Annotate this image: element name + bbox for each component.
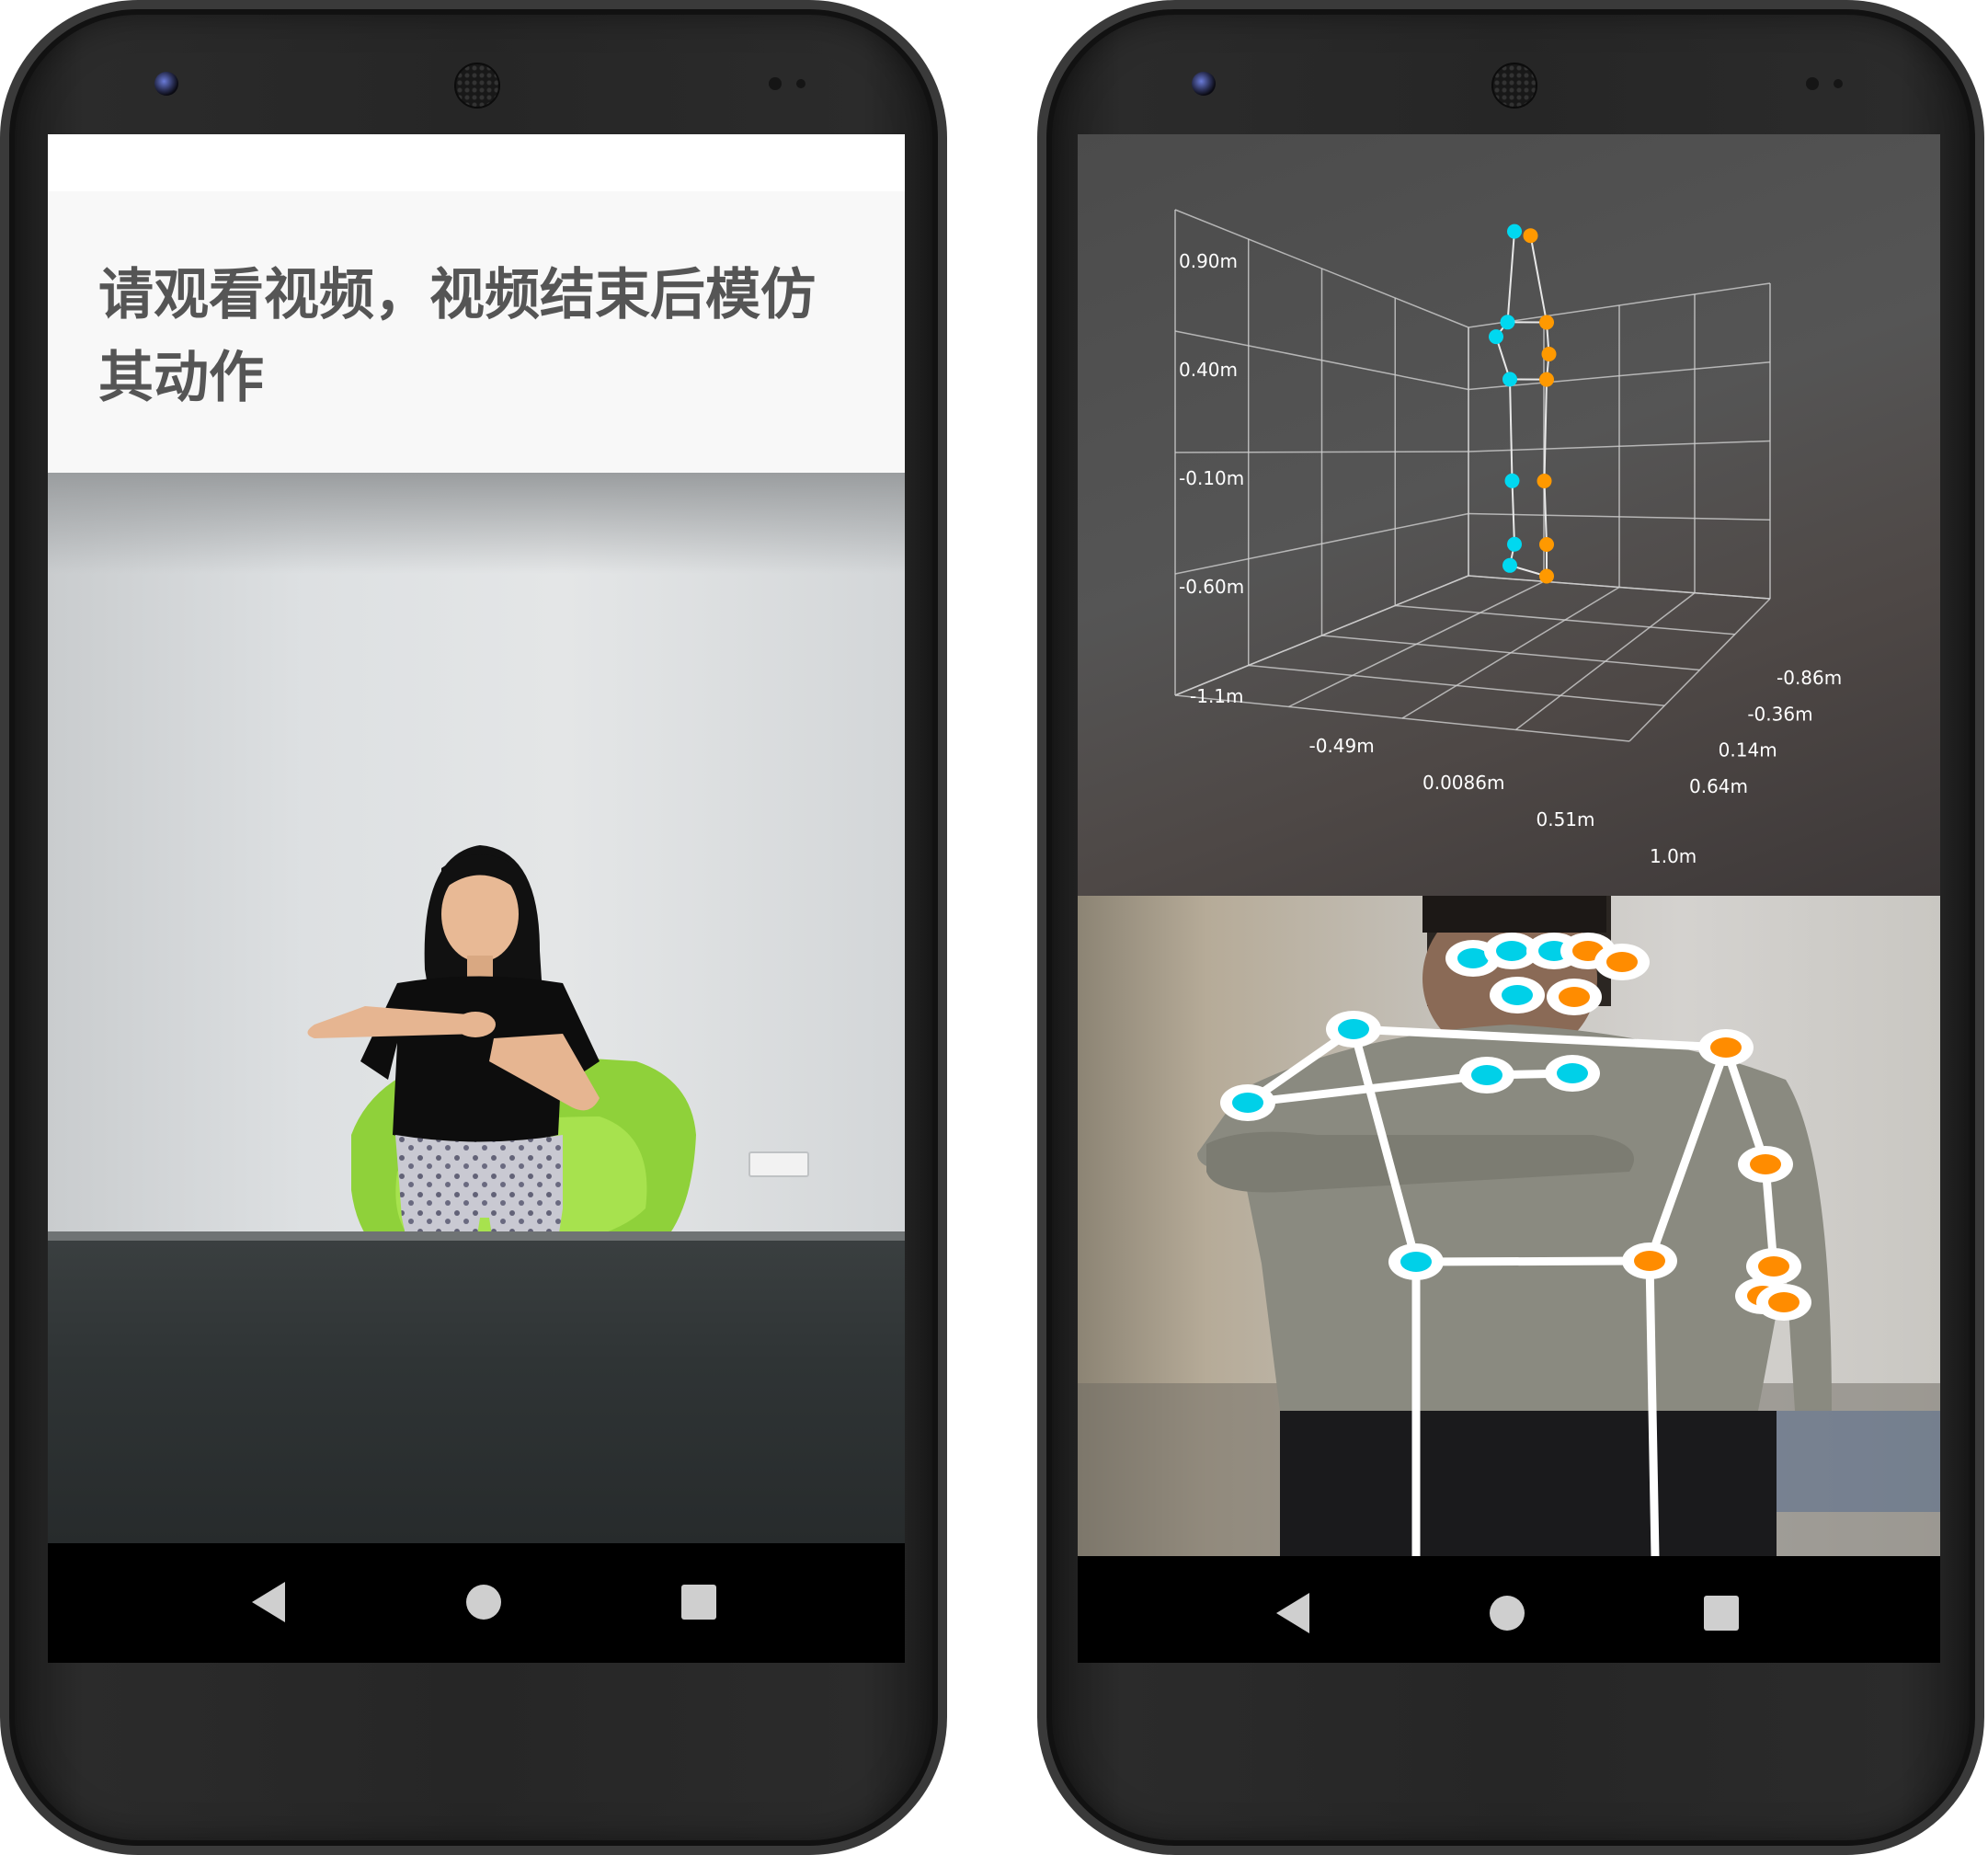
skeleton-2d-joint [1400, 1252, 1432, 1272]
back-icon[interactable] [252, 1582, 285, 1622]
camera-feed[interactable] [1078, 896, 1940, 1556]
y-tick-label: 0.64m [1689, 775, 1748, 797]
skeleton-3d-joint [1539, 315, 1554, 330]
wall-socket [748, 1151, 809, 1177]
skeleton-2d-joint [1634, 1251, 1665, 1271]
chart-grid [1174, 209, 1771, 742]
skeleton-2d-joint [1768, 1292, 1799, 1312]
instruction-panel: 请观看视频，视频结束后模仿其动作 [48, 191, 905, 473]
skeleton-3d-bone [1509, 379, 1514, 481]
skeleton-3d-joint [1537, 474, 1552, 488]
home-icon[interactable] [466, 1585, 501, 1620]
x-tick-label: 1.0m [1650, 845, 1697, 867]
right-screen: 0.90m 0.40m -0.10m -0.60m -1.1m -0.49m 0.0086m… [1078, 134, 1940, 1663]
proximity-sensor [1806, 77, 1819, 90]
skeleton-2d-joint [1750, 1154, 1781, 1174]
back-icon[interactable] [1276, 1593, 1309, 1633]
skeleton-2d-joint [1710, 1037, 1742, 1058]
camera-scene [1078, 896, 1940, 1556]
left-screen: 请观看视频，视频结束后模仿其动作 [48, 134, 905, 1663]
skeleton-2d-bone [1411, 1256, 1654, 1266]
recents-icon[interactable] [681, 1585, 716, 1620]
skeleton-3d-joint [1489, 329, 1503, 345]
earpiece-speaker-icon [454, 63, 500, 109]
x-tick-label: 0.51m [1537, 808, 1595, 830]
z-tick-label: -0.60m [1179, 576, 1244, 598]
skeleton-3d-bone [1506, 231, 1515, 323]
home-icon[interactable] [1490, 1596, 1525, 1631]
skeleton-3d-bone [1543, 379, 1548, 482]
skeleton-3d-joint [1502, 372, 1517, 387]
skeleton-3d-joint [1502, 557, 1517, 573]
skeleton-3d-joint [1500, 315, 1515, 330]
earpiece-speaker-icon [1491, 63, 1537, 109]
skeleton-2d-bone [1645, 1256, 1660, 1556]
skeleton-2d-joint [1457, 948, 1489, 968]
skeleton-3d-joint [1507, 536, 1522, 552]
skeleton-3d-bones [1495, 231, 1550, 578]
z-tick-label: -0.10m [1179, 467, 1244, 489]
y-tick-label: 0.14m [1719, 739, 1777, 761]
skeleton-3d-bone [1511, 480, 1515, 544]
navigation-bar [1085, 1563, 1933, 1663]
z-tick-label: 0.90m [1179, 250, 1238, 272]
y-tick-label: -0.36m [1747, 703, 1812, 725]
skeleton-2d-joint [1338, 1019, 1369, 1039]
pose-3d-chart[interactable]: 0.90m 0.40m -0.10m -0.60m -1.1m -0.49m 0.0086m… [1078, 134, 1940, 896]
skeleton-2d-joint [1557, 1063, 1588, 1083]
skeleton-3d-joint [1541, 347, 1557, 361]
skeleton-2d-joint [1502, 985, 1533, 1005]
skeleton-2d-joint [1758, 1256, 1789, 1277]
y-tick-label: -0.86m [1777, 667, 1842, 689]
proximity-sensor [769, 77, 782, 90]
z-tick-label: 0.40m [1179, 359, 1238, 381]
demo-video[interactable] [48, 473, 905, 1543]
right-phone: 0.90m 0.40m -0.10m -0.60m -1.1m -0.49m 0.0086m… [1037, 0, 1984, 1855]
skeleton-3d-bone [1529, 235, 1548, 323]
light-sensor [796, 79, 805, 88]
pose-3d-chart-svg: 0.90m 0.40m -0.10m -0.60m -1.1m -0.49m 0.0086m… [1174, 209, 1842, 867]
left-phone: 请观看视频，视频结束后模仿其动作 [0, 0, 947, 1855]
skeleton-2d-joint [1496, 941, 1527, 961]
skeleton-3d-bone [1543, 480, 1548, 545]
instruction-text: 请观看视频，视频结束后模仿其动作 [98, 263, 816, 410]
x-tick-label: -1.1m [1190, 685, 1244, 707]
skeleton-3d-joint [1507, 223, 1522, 239]
x-tick-label: -0.49m [1309, 735, 1375, 757]
skeleton-3d-joint [1539, 568, 1554, 584]
navigation-bar [48, 1543, 905, 1663]
skeleton-3d-joint [1539, 537, 1554, 552]
skeleton-2d-joint [1232, 1093, 1263, 1113]
skeleton-3d-joint [1523, 228, 1538, 244]
skeleton-2d-joint [1606, 952, 1638, 972]
front-camera-icon [1192, 72, 1216, 96]
light-sensor [1834, 79, 1843, 88]
status-bar [48, 134, 905, 191]
x-tick-label: 0.0086m [1422, 772, 1504, 794]
wall-shadow [48, 473, 905, 574]
floor [48, 1241, 905, 1543]
skeleton-2d-joint [1559, 987, 1590, 1007]
skeleton-3d-joint [1539, 372, 1554, 387]
skeleton-3d-joint [1504, 473, 1520, 488]
skeleton-2d-joint [1471, 1065, 1502, 1085]
front-camera-icon [154, 72, 178, 96]
recents-icon[interactable] [1704, 1596, 1739, 1631]
